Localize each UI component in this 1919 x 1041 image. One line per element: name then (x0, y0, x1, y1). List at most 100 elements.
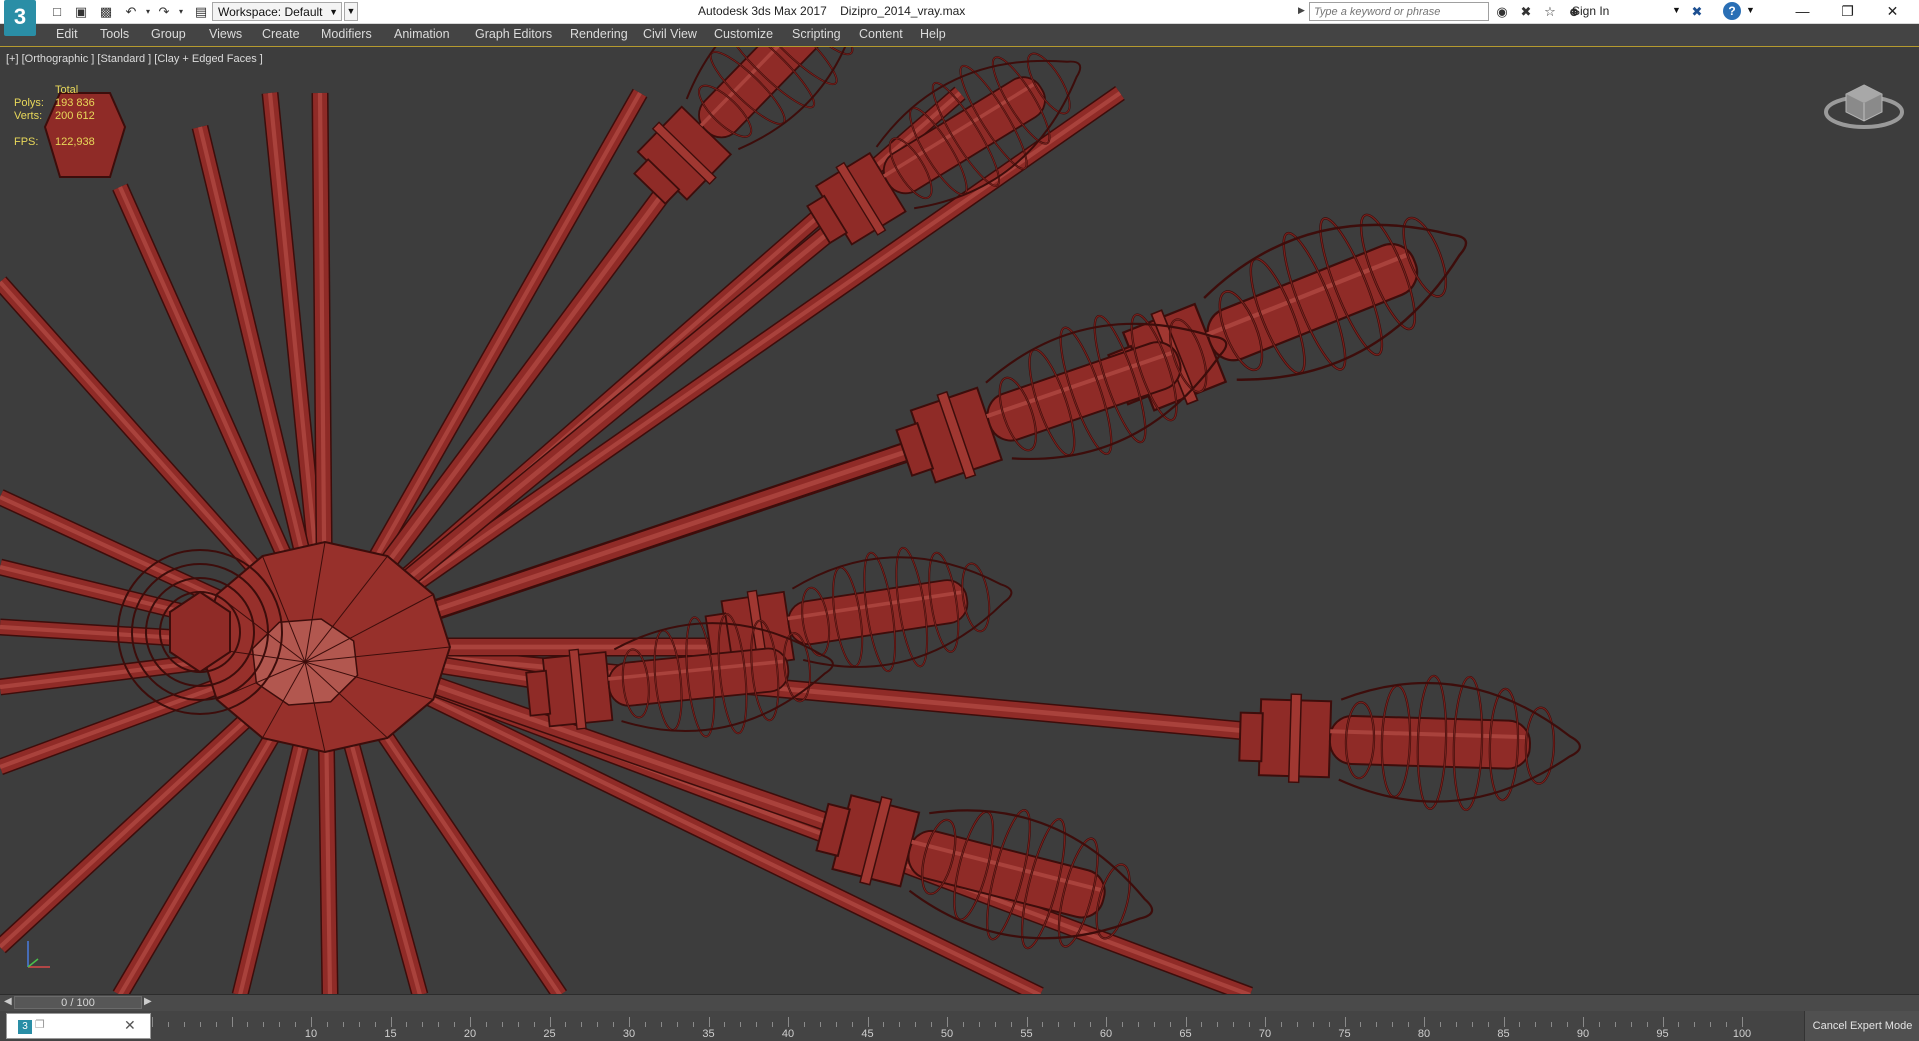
track-tick-label: 70 (1258, 1028, 1272, 1040)
track-tick-label: 30 (622, 1028, 636, 1040)
track-tick (422, 1022, 424, 1027)
menu-scripting[interactable]: Scripting (792, 27, 841, 41)
track-tick (1503, 1017, 1505, 1027)
open-file-icon[interactable]: ▣ (72, 3, 90, 20)
undo-icon[interactable]: ↶ (122, 3, 140, 20)
new-file-icon[interactable]: □ (48, 3, 66, 20)
track-tick (1646, 1022, 1648, 1027)
track-tick (1106, 1017, 1107, 1027)
search-expand-icon[interactable]: ▶ (1298, 5, 1305, 16)
copy-icon[interactable]: ❐ (35, 1018, 45, 1031)
track-tick (756, 1022, 758, 1027)
track-tick (263, 1022, 265, 1027)
menu-modifiers[interactable]: Modifiers (321, 27, 372, 41)
lamp-ring (1287, 693, 1303, 784)
chevron-down-icon[interactable]: ▼ (1672, 5, 1681, 15)
track-tick (231, 1017, 233, 1027)
menu-graph-editors[interactable]: Graph Editors (475, 27, 552, 41)
track-tick-label: 15 (384, 1028, 397, 1040)
track-tick (295, 1022, 297, 1027)
track-tick (1042, 1022, 1044, 1027)
viewport-label-menu[interactable]: [+] [Orthographic ] [Standard ] [Clay + … (6, 53, 263, 65)
app-logo-icon[interactable]: 3 (4, 0, 36, 36)
menu-views[interactable]: Views (209, 27, 242, 41)
track-tick (1455, 1022, 1457, 1027)
menu-tools[interactable]: Tools (100, 27, 129, 41)
time-slider-next-icon[interactable]: ▶ (144, 996, 152, 1007)
restore-icon[interactable]: ❐ (1825, 0, 1870, 23)
track-tick (740, 1022, 742, 1027)
track-tick (931, 1022, 933, 1027)
save-file-icon[interactable]: ▩ (97, 3, 115, 20)
track-tick-label: 40 (781, 1028, 795, 1040)
track-tick (1598, 1022, 1600, 1027)
track-tick (1074, 1022, 1076, 1027)
search-box[interactable] (1309, 2, 1489, 21)
workspace-dropdown[interactable]: Workspace: Default ▼ (212, 2, 342, 21)
cancel-expert-mode-button[interactable]: Cancel Expert Mode (1804, 1011, 1919, 1041)
time-slider[interactable]: ◀ 0 / 100 ▶ (0, 994, 1919, 1011)
close-icon[interactable]: ✕ (1870, 0, 1915, 23)
sign-in-link[interactable]: Sign In (1572, 4, 1609, 18)
track-tick (517, 1022, 519, 1027)
track-tick (1408, 1022, 1410, 1027)
menu-help[interactable]: Help (920, 27, 946, 41)
track-tick (724, 1022, 726, 1027)
track-tick (1376, 1022, 1378, 1027)
redo-dropdown-icon[interactable]: ▾ (172, 3, 190, 20)
menu-customize[interactable]: Customize (714, 27, 773, 41)
track-tick (1694, 1022, 1696, 1027)
track-tick (167, 1022, 169, 1027)
stats-polys-label: Polys: (14, 97, 44, 109)
track-tick-label: 60 (1099, 1028, 1113, 1040)
search-input[interactable] (1310, 3, 1488, 20)
lamp-cages (525, 47, 1581, 950)
menu-create[interactable]: Create (262, 27, 300, 41)
menu-group[interactable]: Group (151, 27, 186, 41)
perspective-viewport[interactable]: [+] [Orthographic ] [Standard ] [Clay + … (0, 46, 1919, 995)
track-tick-label: 95 (1656, 1028, 1669, 1040)
track-tick (962, 1022, 964, 1027)
redo-icon[interactable]: ↷ (155, 3, 173, 20)
minimize-icon[interactable]: — (1780, 0, 1825, 23)
track-tick (994, 1022, 996, 1027)
exchange-apps-icon[interactable]: ✖ (1688, 3, 1706, 20)
menu-civil-view[interactable]: Civil View (643, 27, 697, 41)
menu-content[interactable]: Content (859, 27, 903, 41)
chevron-down-icon[interactable]: ▼ (1746, 5, 1755, 15)
close-icon[interactable]: ✕ (124, 1017, 136, 1034)
track-tick-label: 65 (1179, 1028, 1192, 1040)
track-tick (374, 1022, 376, 1027)
time-slider-thumb[interactable]: 0 / 100 (14, 996, 142, 1009)
workspace-label: Workspace: Default (218, 5, 323, 19)
track-bar[interactable]: 10 15 20 25 30 35 40 45 50 55 60 65 70 75 80 85 90 95 100 (152, 1011, 1751, 1041)
track-tick (978, 1022, 980, 1027)
binoculars-icon[interactable]: ◉ (1493, 3, 1511, 20)
track-tick (247, 1022, 249, 1027)
help-icon[interactable]: ? (1723, 2, 1741, 20)
track-tick (358, 1022, 360, 1027)
menu-animation[interactable]: Animation (394, 27, 450, 41)
chevron-down-icon: ▼ (329, 7, 338, 17)
track-tick (1726, 1022, 1728, 1027)
viewcube-icon[interactable] (1822, 77, 1906, 137)
track-tick (1010, 1022, 1012, 1027)
menu-edit[interactable]: Edit (56, 27, 78, 41)
mini-listener-panel[interactable]: 3 ❐ ✕ (6, 1013, 151, 1039)
track-tick (1471, 1022, 1473, 1027)
menu-bar: Edit Tools Group Views Create Modifiers … (0, 24, 1919, 47)
app-mini-icon: 3 (18, 1020, 32, 1034)
time-slider-prev-icon[interactable]: ◀ (4, 996, 12, 1007)
track-tick (1121, 1022, 1123, 1027)
track-tick (1026, 1017, 1028, 1027)
lamp-1 (1107, 213, 1468, 412)
favorites-star-icon[interactable]: ☆ (1541, 3, 1559, 20)
track-tick (1567, 1022, 1569, 1027)
communication-center-icon[interactable]: ✖ (1517, 3, 1535, 20)
quick-access-customize-icon[interactable]: ▼ (344, 2, 358, 21)
track-tick (788, 1017, 789, 1027)
track-tick (1137, 1022, 1139, 1027)
menu-rendering[interactable]: Rendering (570, 27, 628, 41)
project-folder-icon[interactable]: ▤ (192, 3, 210, 20)
track-tick (1296, 1022, 1298, 1027)
